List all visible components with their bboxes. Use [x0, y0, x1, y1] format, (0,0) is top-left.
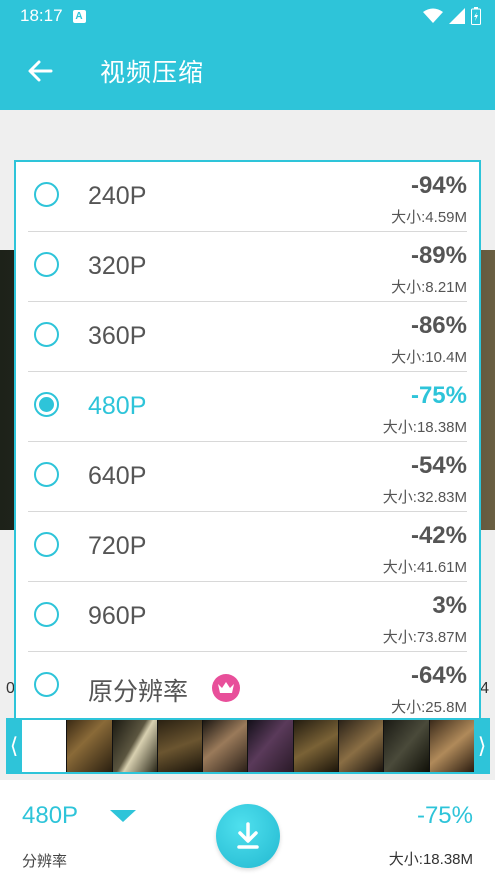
frame-thumbnail	[157, 720, 204, 772]
trim-start-handle[interactable]: ⟨	[6, 718, 22, 774]
wifi-icon	[423, 8, 443, 23]
radio-button-checked[interactable]	[34, 392, 59, 417]
resolution-option-960p[interactable]: 960P 3% 大小:73.87M	[28, 582, 467, 652]
resolution-popup: 240P -94% 大小:4.59M 320P -89% 大小:8.21M 36…	[14, 160, 481, 720]
option-size: 大小:73.87M	[382, 629, 467, 646]
frame-thumbnail	[112, 720, 158, 772]
radio-button[interactable]	[34, 462, 59, 487]
option-label: 480P	[88, 392, 147, 420]
download-icon	[237, 822, 259, 849]
frame-thumbnail	[203, 720, 249, 772]
resolution-option-320p[interactable]: 320P -89% 大小:8.21M	[28, 232, 467, 302]
option-label: 640P	[88, 462, 147, 490]
battery-icon	[471, 7, 481, 25]
download-button[interactable]	[216, 804, 280, 868]
option-percent: -75%	[410, 382, 467, 409]
option-percent: 3%	[432, 592, 467, 619]
resolution-option-original[interactable]: 原分辨率 -64% 大小:25.8M	[28, 652, 467, 718]
option-size: 大小:41.61M	[382, 559, 467, 576]
resolution-option-240p[interactable]: 240P -94% 大小:4.59M	[28, 162, 467, 232]
option-percent: -86%	[410, 312, 467, 339]
radio-button[interactable]	[34, 182, 59, 207]
radio-button[interactable]	[34, 322, 59, 347]
radio-button[interactable]	[34, 532, 59, 557]
option-size: 大小:18.38M	[382, 419, 467, 436]
option-size: 大小:4.59M	[391, 209, 467, 226]
frame-thumbnail	[248, 720, 294, 772]
bottom-bar: 480P 分辨率 -75% 大小:18.38M	[0, 780, 495, 880]
frame-thumbnail	[339, 720, 385, 772]
crown-icon	[212, 674, 240, 702]
resolution-value[interactable]: 480P	[22, 802, 78, 830]
app-bar: 视频压缩	[0, 32, 495, 110]
resolution-option-720p[interactable]: 720P -42% 大小:41.61M	[28, 512, 467, 582]
option-label: 320P	[88, 252, 147, 280]
page-title: 视频压缩	[100, 59, 205, 87]
radio-button[interactable]	[34, 252, 59, 277]
option-label: 720P	[88, 532, 147, 560]
notification-icon: A	[72, 9, 86, 23]
option-size: 大小:32.83M	[382, 489, 467, 506]
radio-button[interactable]	[34, 672, 59, 697]
option-size: 大小:25.8M	[391, 699, 467, 716]
option-label: 原分辨率	[88, 678, 189, 706]
trim-end-handle[interactable]: ⟩	[474, 718, 490, 774]
arrow-left-icon	[28, 60, 53, 82]
frame-thumbnail	[293, 720, 340, 772]
frame-thumbnail	[22, 720, 68, 772]
option-size: 大小:8.21M	[391, 279, 467, 296]
chevron-down-icon[interactable]	[110, 810, 136, 822]
radio-button[interactable]	[34, 602, 59, 627]
option-percent: -42%	[410, 522, 467, 549]
timeline-end-label: 4	[480, 680, 489, 697]
option-percent: -89%	[410, 242, 467, 269]
option-label: 360P	[88, 322, 147, 350]
status-time: 18:17	[20, 6, 63, 25]
frame-thumbnails	[22, 720, 474, 772]
output-size: 大小:18.38M	[388, 851, 473, 868]
frame-thumbnail	[429, 720, 474, 772]
option-label: 240P	[88, 182, 147, 210]
option-percent: -94%	[410, 172, 467, 199]
signal-icon	[449, 8, 465, 24]
option-percent: -54%	[410, 452, 467, 479]
back-button[interactable]	[0, 32, 80, 110]
resolution-label: 分辨率	[22, 853, 68, 870]
compression-percent: -75%	[416, 802, 473, 829]
resolution-option-640p[interactable]: 640P -54% 大小:32.83M	[28, 442, 467, 512]
resolution-option-480p[interactable]: 480P -75% 大小:18.38M	[28, 372, 467, 442]
frame-thumbnail	[67, 720, 113, 772]
resolution-option-360p[interactable]: 360P -86% 大小:10.4M	[28, 302, 467, 372]
option-label: 960P	[88, 602, 147, 630]
option-size: 大小:10.4M	[391, 349, 467, 366]
frame-thumbnail	[384, 720, 430, 772]
status-bar: 18:17 A	[0, 0, 495, 32]
film-strip[interactable]: ⟨ ⟩	[6, 718, 490, 774]
option-percent: -64%	[410, 662, 467, 689]
